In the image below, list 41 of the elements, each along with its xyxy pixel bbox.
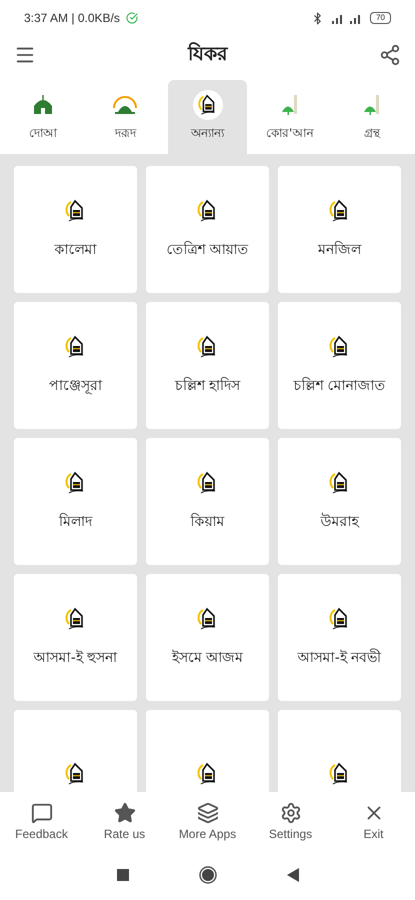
- nav-button[interactable]: Exit: [332, 792, 415, 850]
- recents-button[interactable]: [116, 869, 128, 881]
- card-label: কালেমা: [54, 240, 96, 260]
- card-label: আসমা-ই হুসনা: [34, 648, 118, 668]
- card-label: তেত্রিশ আয়াত: [166, 240, 249, 260]
- card-label: কিয়াম: [190, 512, 224, 532]
- nav-button[interactable]: Feedback: [0, 792, 83, 850]
- layers-icon: [196, 802, 218, 824]
- status-time: 3:37 AM | 0.0KB/s: [24, 11, 120, 25]
- home-button[interactable]: [198, 866, 216, 884]
- battery-level: 70: [370, 12, 391, 24]
- card-label: পাঞ্জেসূরা: [49, 376, 102, 396]
- card-label: আসমা-ই নবভী: [298, 648, 382, 668]
- category-card[interactable]: চল্লিশ মোনাজাত: [278, 302, 401, 429]
- card-label: উমরাহ: [320, 512, 358, 532]
- category-card[interactable]: আসমা-ই নবভী: [278, 574, 401, 701]
- category-tab[interactable]: অন্যান্য: [168, 80, 247, 154]
- category-card[interactable]: চল্লিশ হাদিস: [146, 302, 269, 429]
- category-card[interactable]: মনজিল: [278, 166, 401, 293]
- nav-button[interactable]: Settings: [249, 792, 332, 850]
- category-card[interactable]: কালেমা: [14, 166, 137, 293]
- category-card[interactable]: আসমা-ই হুসনা: [14, 574, 137, 701]
- message-icon: [30, 802, 52, 824]
- shield-check-icon: [126, 12, 138, 24]
- card-label: চল্লিশ হাদিস: [174, 376, 240, 396]
- star-icon: [114, 802, 136, 824]
- card-label: চল্লিশ মোনাজাত: [293, 376, 386, 396]
- page-title: যিকর: [186, 41, 229, 67]
- category-card[interactable]: পাঞ্জেসূরা: [14, 302, 137, 429]
- card-label: মিলাদ: [59, 512, 92, 532]
- card-label: মনজিল: [318, 240, 361, 260]
- category-card[interactable]: ইসমে আজম: [146, 574, 269, 701]
- nav-button[interactable]: More Apps: [166, 792, 249, 850]
- nav-button[interactable]: Rate us: [83, 792, 166, 850]
- category-card[interactable]: তেত্রিশ আয়াত: [146, 166, 269, 293]
- back-button[interactable]: [286, 868, 298, 882]
- category-card[interactable]: কিয়াম: [146, 438, 269, 565]
- settings-icon: [280, 802, 302, 824]
- category-card[interactable]: উমরাহ: [278, 438, 401, 565]
- category-card[interactable]: মিলাদ: [14, 438, 137, 565]
- card-label: ইসমে আজম: [172, 648, 244, 668]
